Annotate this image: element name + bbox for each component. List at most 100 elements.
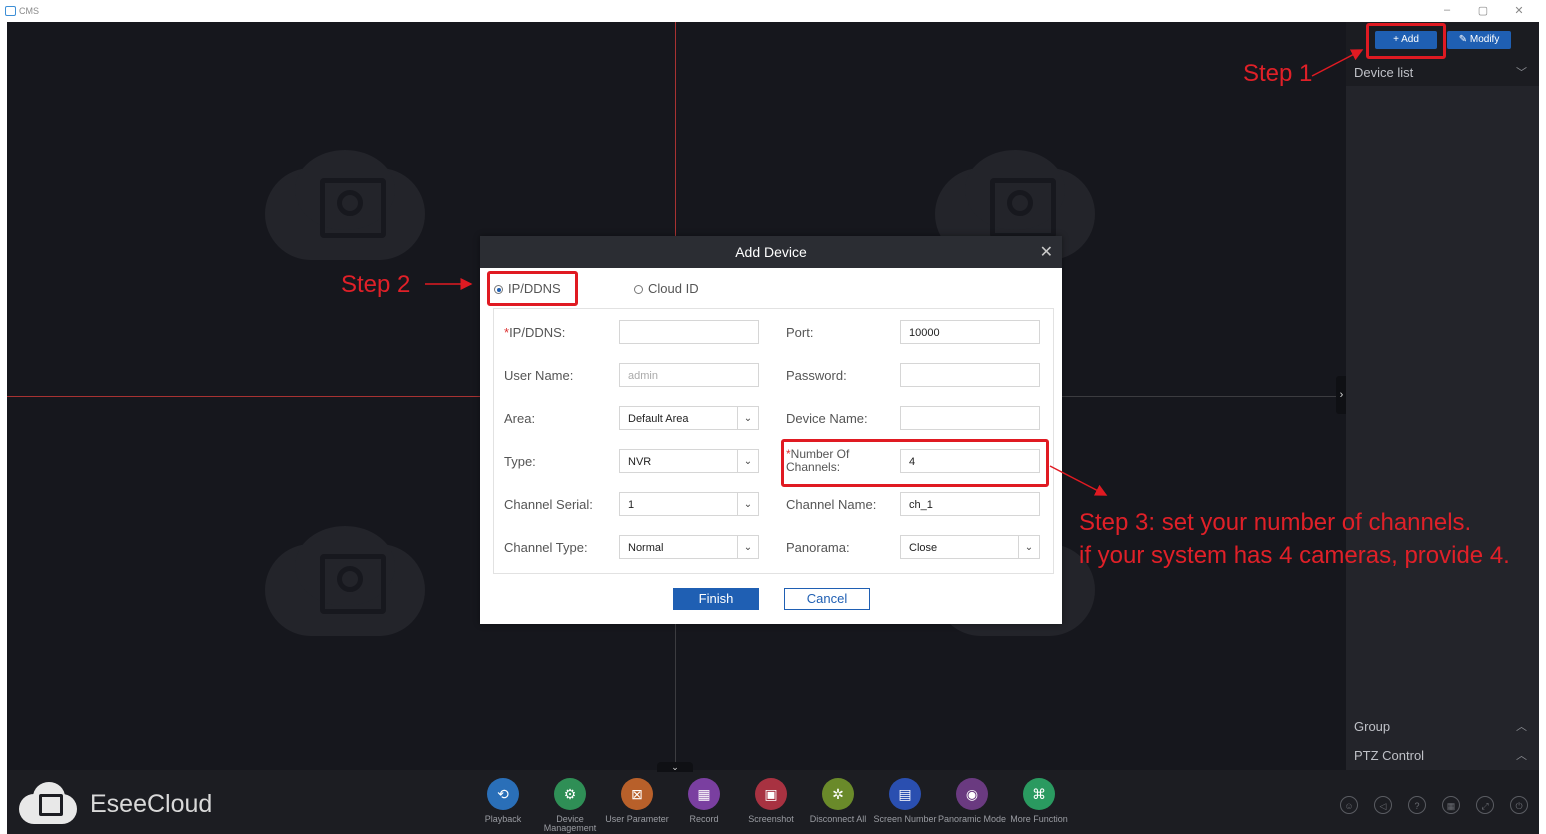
device-list-header[interactable]: Device list (1354, 65, 1413, 80)
power-icon[interactable]: ⏻ (1510, 796, 1528, 814)
type-select[interactable]: NVR ⌄ (619, 449, 759, 473)
radio-unchecked-icon (634, 285, 643, 294)
chevron-down-icon[interactable]: ﹀ (1516, 64, 1527, 80)
screenshot-icon: ▣ (755, 778, 787, 810)
playback-icon: ⟲ (487, 778, 519, 810)
device-name-label: Device Name: (786, 411, 868, 426)
channel-serial-select[interactable]: 1 ⌄ (619, 492, 759, 516)
dialog-title: Add Device (735, 244, 807, 260)
radio-cloud-id[interactable]: Cloud ID (634, 281, 699, 296)
dialog-header: Add Device ✕ (480, 236, 1062, 268)
more-function-icon: ⌘ (1023, 778, 1055, 810)
toolbar-label: More Function (1010, 814, 1068, 824)
channel-type-label: Channel Type: (504, 540, 588, 555)
title-bar: CMS – ▢ ✕ (0, 0, 1546, 22)
finish-button[interactable]: Finish (673, 588, 759, 610)
right-panel: + Add ✎ Modify Device list ﹀ Group ︿ PTZ… (1346, 22, 1539, 770)
toolbar-label: Playback (484, 814, 522, 824)
area-label: Area: (504, 411, 536, 426)
panorama-label: Panorama: (786, 540, 850, 555)
toolbar-label: User Parameter (605, 814, 669, 824)
toolbar-button-panoramic-mode[interactable]: ◉ Panoramic Mode (937, 778, 1007, 824)
toolbar-button-disconnect-all[interactable]: ✲ Disconnect All (803, 778, 873, 824)
fullscreen-icon[interactable]: ⤢ (1476, 796, 1494, 814)
user-parameter-icon: ⊠ (621, 778, 653, 810)
device-name-input[interactable] (900, 406, 1040, 430)
eseecloud-logo-icon (19, 782, 79, 824)
radio-cloud-label: Cloud ID (648, 281, 699, 296)
screen-number-icon: ▤ (889, 778, 921, 810)
record-icon: ▦ (688, 778, 720, 810)
type-value: NVR (628, 456, 652, 468)
minimize-button[interactable]: – (1440, 4, 1454, 16)
step1-highlight-box (1366, 23, 1446, 59)
ip-ddns-input[interactable] (619, 320, 759, 344)
maximize-button[interactable]: ▢ (1476, 4, 1490, 17)
password-input[interactable] (900, 363, 1040, 387)
modify-device-button[interactable]: ✎ Modify (1447, 31, 1511, 49)
panorama-value: Close (909, 542, 938, 554)
area-select[interactable]: Default Area ⌄ (619, 406, 759, 430)
step3-line2: if your system has 4 cameras, provide 4. (1079, 542, 1510, 569)
channel-type-value: Normal (628, 542, 664, 554)
channel-serial-value: 1 (628, 499, 635, 511)
toolbar-button-screen-number[interactable]: ▤ Screen Number (870, 778, 940, 824)
cancel-button[interactable]: Cancel (784, 588, 870, 610)
password-label: Password: (786, 368, 847, 383)
channel-name-label: Channel Name: (786, 497, 877, 512)
toolbar-label: Screen Number (873, 814, 937, 824)
chevron-down-icon: ⌄ (737, 493, 758, 515)
ptz-control-header[interactable]: PTZ Control (1354, 748, 1424, 763)
toolbar-label: Screenshot (748, 814, 794, 824)
chevron-down-icon: ⌄ (737, 407, 758, 429)
dialog-close-button[interactable]: ✕ (1040, 242, 1053, 262)
toolbar-button-record[interactable]: ▦ Record (669, 778, 739, 824)
camera-icon[interactable]: ▦ (1442, 796, 1460, 814)
face-icon[interactable]: ☺ (1340, 796, 1358, 814)
chevron-down-icon: ⌄ (737, 450, 758, 472)
toolbar-button-user-parameter[interactable]: ⊠ User Parameter (602, 778, 672, 824)
watermark-logo-icon (265, 526, 435, 636)
panorama-select[interactable]: Close ⌄ (900, 535, 1040, 559)
area-value: Default Area (628, 413, 689, 425)
app-logo-icon (5, 6, 16, 16)
step3-note: Step 3: set your number of channels. if … (1079, 506, 1510, 572)
toolbar-button-screenshot[interactable]: ▣ Screenshot (736, 778, 806, 824)
step2-highlight-box (487, 271, 578, 306)
toolbar-label: Disconnect All (809, 814, 867, 824)
chevron-down-icon: ⌄ (1018, 536, 1039, 558)
chevron-down-icon: ⌄ (737, 536, 758, 558)
window-title: CMS (19, 6, 39, 16)
toolbar-button-device-management[interactable]: ⚙ Device Management (535, 778, 605, 833)
toolbar-button-playback[interactable]: ⟲ Playback (468, 778, 538, 824)
watermark-logo-icon (265, 150, 435, 260)
toolbar-label: Record (689, 814, 719, 824)
close-window-button[interactable]: ✕ (1512, 4, 1526, 17)
group-header[interactable]: Group (1354, 719, 1390, 734)
device-management-icon: ⚙ (554, 778, 586, 810)
toolbar-collapse-toggle[interactable]: ⌄ (657, 762, 693, 772)
toolbar-label: Device Management (543, 814, 597, 833)
chevron-up-icon[interactable]: ︿ (1516, 718, 1527, 734)
step2-label: Step 2 (341, 271, 411, 298)
help-icon[interactable]: ? (1408, 796, 1426, 814)
volume-icon[interactable]: ◁ (1374, 796, 1392, 814)
user-name-label: User Name: (504, 368, 574, 383)
channel-type-select[interactable]: Normal ⌄ (619, 535, 759, 559)
bottom-toolbar: ⌄ EseeCloud ⟲ Playback ⚙ Device Management ⊠… (7, 762, 1539, 834)
port-label: Port: (786, 325, 814, 340)
channel-name-input[interactable]: ch_1 (900, 492, 1040, 516)
step3-line1: Step 3: set your number of channels. (1079, 509, 1472, 536)
user-name-input[interactable]: admin (619, 363, 759, 387)
channel-serial-label: Channel Serial: (504, 497, 593, 512)
toolbar-button-more-function[interactable]: ⌘ More Function (1004, 778, 1074, 824)
modify-label: Modify (1469, 34, 1500, 45)
step1-label: Step 1 (1243, 60, 1313, 87)
type-label: Type: (504, 454, 536, 469)
port-input[interactable]: 10000 (900, 320, 1040, 344)
panoramic-mode-icon: ◉ (956, 778, 988, 810)
disconnect-all-icon: ✲ (822, 778, 854, 810)
edit-icon: ✎ (1458, 34, 1470, 45)
brand-name: EseeCloud (90, 790, 213, 818)
chevron-up-icon[interactable]: ︿ (1516, 747, 1527, 763)
